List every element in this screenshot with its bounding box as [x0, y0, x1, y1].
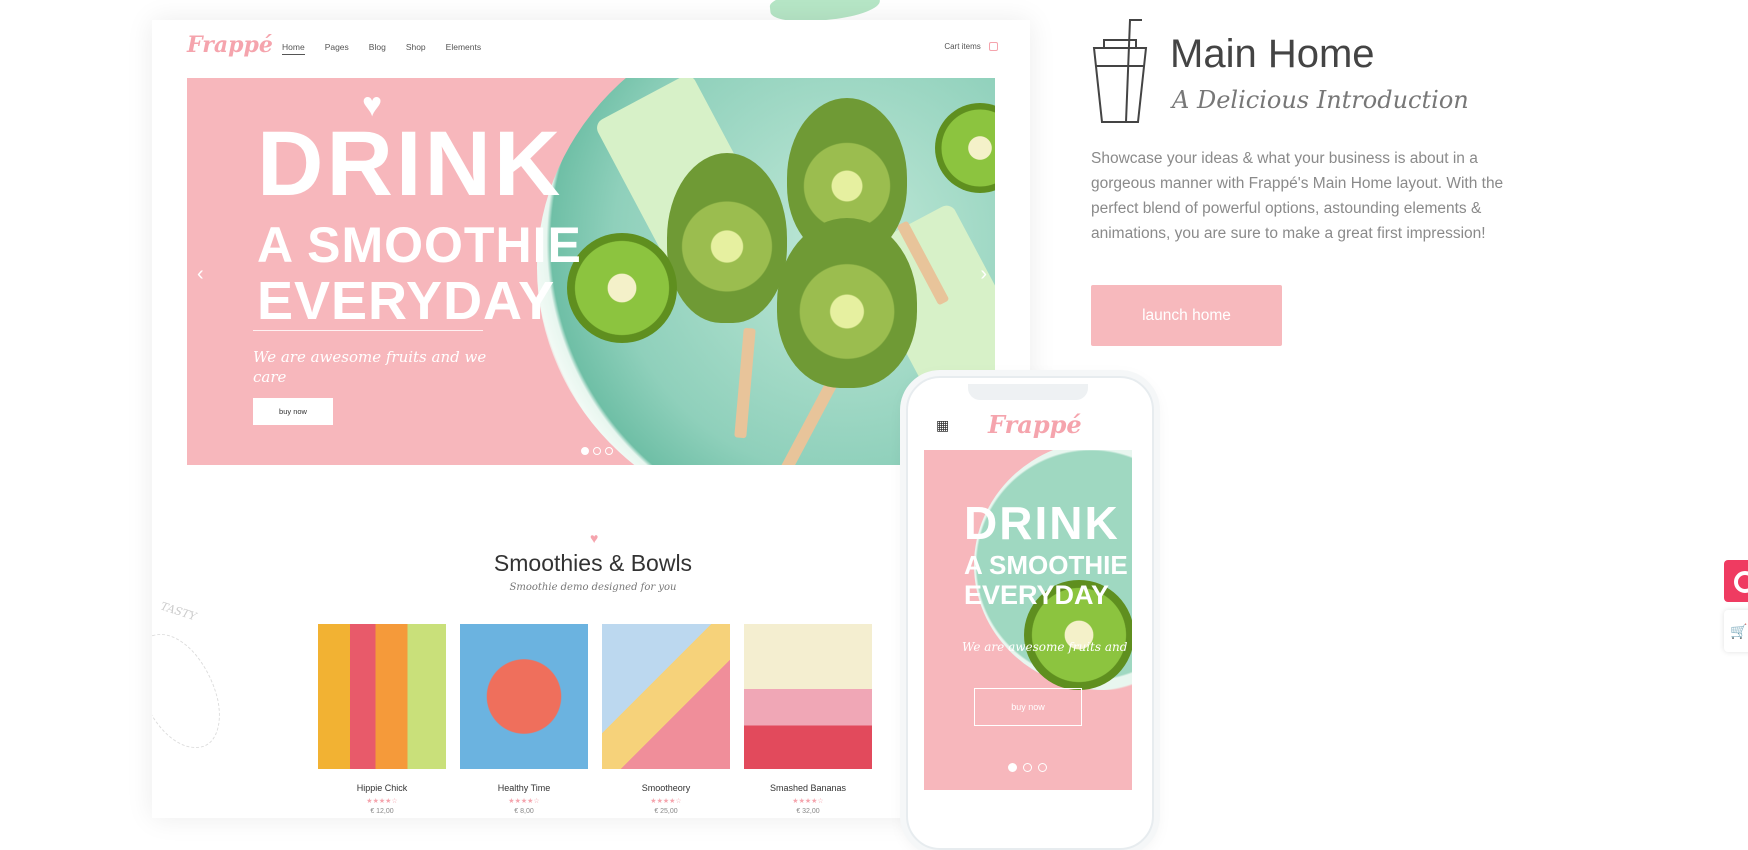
hero-slider: ♥ DRINK A SMOOTHIE EVERYDAY We are aweso… — [187, 78, 995, 465]
hero-title-line3: EVERYDAY — [257, 271, 556, 331]
product-image[interactable] — [460, 624, 588, 769]
phone-hero: DRINK A SMOOTHIE EVERYDAY We are awesome… — [924, 450, 1132, 790]
info-description: Showcase your ideas & what your business… — [1091, 150, 1504, 242]
info-subtitle: A Delicious Introduction — [1172, 86, 1469, 114]
product-grid: Hippie Chick ★★★★☆ € 12,00 Healthy Time … — [318, 624, 872, 815]
cup-with-straw-icon — [1092, 19, 1148, 123]
info-title: Main Home — [1170, 32, 1375, 76]
hero-title-line1: DRINK — [257, 113, 564, 215]
slider-dots — [581, 447, 613, 455]
product-price: € 12,00 — [370, 808, 394, 815]
section-heart-icon: ♥ — [590, 530, 599, 546]
phone-notch — [968, 384, 1088, 400]
slider-dot[interactable] — [593, 447, 601, 455]
slider-next-icon[interactable]: › — [980, 263, 987, 286]
cart-label: Cart items — [944, 42, 981, 51]
hero-kiwi-popsicle — [667, 153, 787, 323]
cart-icon — [989, 42, 998, 52]
product-card[interactable]: Hippie Chick ★★★★☆ € 12,00 — [318, 624, 446, 815]
phone-logo[interactable]: Frappé — [988, 410, 1082, 439]
product-rating: ★★★★☆ — [508, 798, 540, 805]
phone-hero-subtitle: We are awesome fruits and — [962, 640, 1128, 654]
phone-mockup: ▦ Frappé DRINK A SMOOTHIE EVERYDAY We ar… — [906, 376, 1154, 850]
product-name[interactable]: Smashed Bananas — [744, 783, 872, 793]
cart-link[interactable]: Cart items — [944, 42, 998, 52]
nav-home[interactable]: Home — [282, 42, 305, 55]
product-rating: ★★★★☆ — [366, 798, 398, 805]
side-support-widget[interactable] — [1724, 560, 1748, 602]
slider-dot[interactable] — [1023, 763, 1032, 772]
hero-kiwi-popsicle — [777, 218, 917, 388]
phone-hero-title: DRINK A SMOOTHIE EVERYDAY — [964, 500, 1128, 609]
product-image[interactable] — [318, 624, 446, 769]
product-name[interactable]: Hippie Chick — [318, 783, 446, 793]
desktop-nav: Home Pages Blog Shop Elements — [282, 42, 481, 55]
section-subtitle: Smoothie demo designed for you — [509, 582, 677, 593]
leaf-decoration — [152, 621, 232, 761]
phone-title-line1: DRINK — [964, 497, 1120, 549]
hero-title-line2: A SMOOTHIE — [257, 217, 582, 273]
product-price: € 8,00 — [514, 808, 534, 815]
cart-icon: 🛒 — [1730, 622, 1748, 639]
launch-home-button[interactable]: launch home — [1091, 285, 1282, 346]
hero-subtitle: We are awesome fruits and we care — [253, 348, 487, 386]
hero-buy-button[interactable]: buy now — [253, 398, 333, 425]
phone-title-line3: EVERYDAY — [964, 580, 1110, 610]
phone-buy-button[interactable]: buy now — [974, 688, 1082, 726]
hero-kiwi-slice — [567, 233, 677, 343]
product-card[interactable]: Healthy Time ★★★★☆ € 8,00 — [460, 624, 588, 815]
product-card[interactable]: Smashed Bananas ★★★★☆ € 32,00 — [744, 624, 872, 815]
product-rating: ★★★★☆ — [650, 798, 682, 805]
hero-divider — [253, 330, 483, 331]
desktop-logo[interactable]: Frappé — [187, 32, 273, 58]
slider-dot[interactable] — [581, 447, 589, 455]
phone-slider-dots — [1008, 763, 1047, 772]
phone-title-line2: A SMOOTHIE — [964, 550, 1128, 580]
product-price: € 32,00 — [796, 808, 820, 815]
nav-shop[interactable]: Shop — [406, 42, 426, 55]
product-card[interactable]: Smootheory ★★★★☆ € 25,00 — [602, 624, 730, 815]
product-image[interactable] — [744, 624, 872, 769]
lifebuoy-icon — [1734, 571, 1748, 593]
tasty-decoration: TASTY — [158, 599, 198, 624]
product-name[interactable]: Healthy Time — [460, 783, 588, 793]
slider-dot[interactable] — [605, 447, 613, 455]
hero-title: DRINK A SMOOTHIE EVERYDAY — [257, 118, 582, 328]
nav-blog[interactable]: Blog — [369, 42, 386, 55]
slider-prev-icon[interactable]: ‹ — [197, 263, 204, 286]
product-rating: ★★★★☆ — [792, 798, 824, 805]
product-image[interactable] — [602, 624, 730, 769]
product-price: € 25,00 — [654, 808, 678, 815]
product-name[interactable]: Smootheory — [602, 783, 730, 793]
slider-dot[interactable] — [1008, 763, 1017, 772]
section-title: Smoothies & Bowls — [493, 550, 693, 576]
desktop-header: Frappé Home Pages Blog Shop Elements Car… — [152, 20, 1030, 76]
nav-pages[interactable]: Pages — [325, 42, 349, 55]
grid-menu-icon[interactable]: ▦ — [936, 418, 950, 432]
slider-dot[interactable] — [1038, 763, 1047, 772]
desktop-mockup: Frappé Home Pages Blog Shop Elements Car… — [152, 20, 1030, 818]
nav-elements[interactable]: Elements — [446, 42, 481, 55]
side-cart-widget[interactable]: 🛒 — [1724, 610, 1748, 652]
